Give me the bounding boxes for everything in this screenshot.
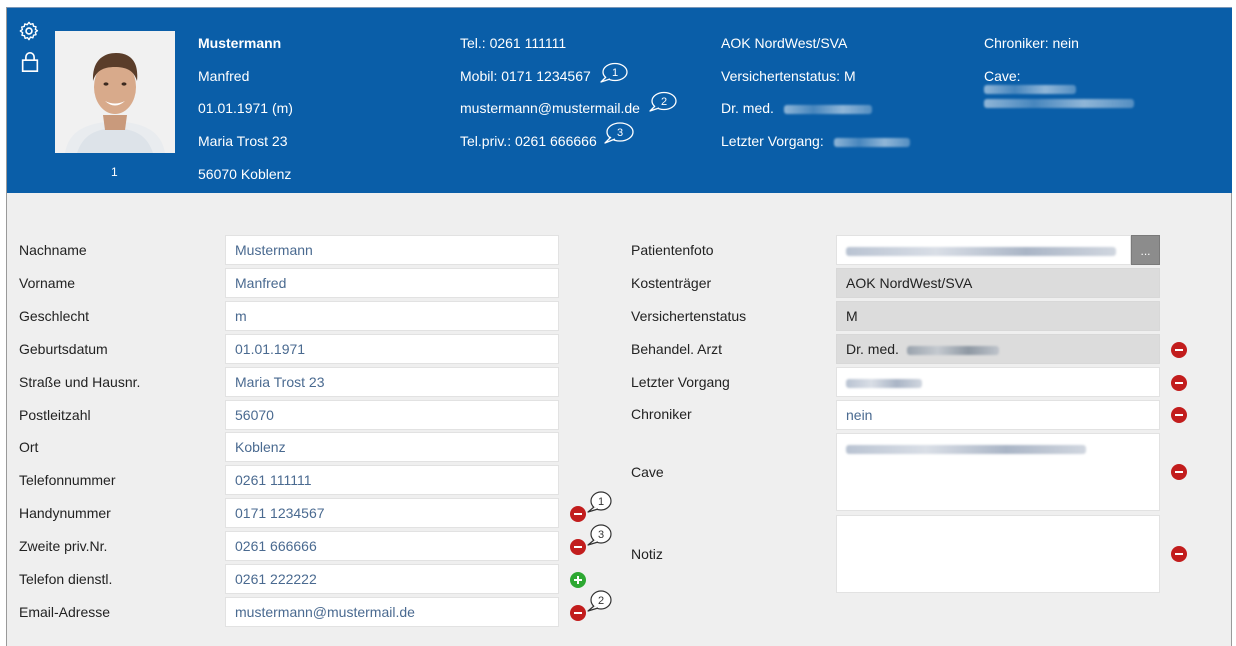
redacted-text [833,137,910,147]
header-street: Maria Trost 23 [198,133,288,150]
remove-doctor-icon[interactable] [1171,342,1187,358]
redacted-text [846,378,922,388]
header-phone-priv-row: Tel.priv.: 0261 666666 3 [460,122,678,158]
patient-header: 1 Mustermann Manfred 01.01.1971 (m) Mari… [7,7,1232,193]
field-input[interactable]: mustermann@mustermail.de [225,596,559,627]
payer-field: AOK NordWest/SVA [836,268,1160,298]
field-input[interactable]: Mustermann [225,235,559,265]
header-doctor: Dr. med. [721,100,774,117]
add-icon[interactable] [570,572,586,588]
field-label: Vorname [19,274,76,291]
field-input[interactable]: 56070 [225,399,559,430]
field-label: Email-Adresse [19,603,111,620]
header-lastname: Mustermann [198,35,282,51]
chronic-label: Chroniker [631,406,692,422]
redacted-text [783,105,872,115]
header-doctor-row: Dr. med. [721,92,910,125]
header-firstname: Manfred [198,67,250,84]
speech-bubble-icon: 2 [587,590,612,612]
patient-photo[interactable] [55,31,175,153]
header-insurance-info: AOK NordWest/SVA Versichertenstatus: M D… [721,27,910,158]
field-label: Ort [19,439,39,456]
photo-path-field[interactable] [836,235,1131,265]
doctor-field[interactable]: Dr. med. [836,334,1160,364]
speech-bubble-icon: 1 [587,491,612,513]
payer-label: Kostenträger [631,275,712,291]
chronic-field[interactable]: nein [836,400,1160,430]
field-input[interactable]: m [225,300,559,331]
header-phone: Tel.: 0261 111111 [460,35,567,51]
field-input[interactable]: 0171 1234567 [225,498,559,529]
field-label: Straße und Hausnr. [19,373,141,390]
header-email-row: mustermann@mustermail.de 2 [460,91,678,125]
redacted-text [906,345,999,355]
field-input[interactable]: Manfred [225,267,559,298]
bubble-number: 1 [612,67,618,79]
header-chronic: Chroniker: nein [984,35,1079,51]
field-label: Telefonnummer [19,472,116,489]
header-extra-info: Chroniker: nein Cave: [984,27,1079,92]
field-input[interactable]: 01.01.1971 [225,333,559,364]
field-label: Telefon dienstl. [19,571,113,587]
speech-bubble-icon: 2 [649,91,677,112]
field-input[interactable]: 0261 111111 [225,465,559,496]
field-input[interactable]: Koblenz [225,432,559,463]
field-label: Postleitzahl [19,406,91,423]
redacted-text [984,85,1076,94]
header-phone-priv: Tel.priv.: 0261 666666 [460,133,597,150]
browse-button[interactable]: ... [1131,235,1160,265]
header-patient-info: Mustermann Manfred 01.01.1971 (m) Maria … [198,27,293,190]
gear-icon[interactable] [18,20,40,42]
bubble-number: 3 [617,127,623,139]
field-label: Nachname [19,242,87,258]
field-input[interactable]: 0261 222222 [225,564,559,594]
doctor-value: Dr. med. [846,341,899,357]
bubble-number: 1 [598,496,604,508]
bubble-number: 2 [598,595,604,607]
header-payer: AOK NordWest/SVA [721,35,848,51]
bubble-number: 2 [661,96,667,108]
redacted-text [984,99,1134,108]
field-label: Geburtsdatum [19,340,108,357]
photo-label: Patientenfoto [631,242,714,258]
field-label: Geschlecht [19,307,90,324]
note-label: Notiz [631,546,663,562]
header-contact-info: Tel.: 0261 111111 Mobil: 0171 1234567 1 … [460,27,678,158]
header-mobile-row: Mobil: 0171 1234567 1 [460,60,678,93]
field-label: Handynummer [19,505,111,522]
remove-last-visit-icon[interactable] [1171,375,1187,391]
field-input[interactable]: Maria Trost 23 [225,366,559,397]
speech-bubble-icon: 3 [587,524,612,546]
header-mobile: Mobil: 0171 1234567 [460,67,591,84]
note-textarea[interactable] [836,515,1160,593]
remove-cave-icon[interactable] [1171,464,1187,480]
photo-index: 1 [111,165,118,179]
remove-note-icon[interactable] [1171,546,1187,562]
field-input[interactable]: 0261 666666 [225,531,559,562]
redacted-text [846,246,1116,256]
cave-textarea[interactable] [836,433,1160,511]
speech-bubble-icon: 3 [603,122,634,145]
redacted-text [846,444,1086,454]
doctor-label: Behandel. Arzt [631,341,723,357]
remove-icon[interactable] [570,539,586,556]
last-visit-field[interactable] [836,367,1160,397]
status-label: Versichertenstatus [631,308,747,324]
status-field: M [836,301,1160,331]
field-label: Zweite priv.Nr. [19,538,108,555]
last-visit-label: Letzter Vorgang [631,374,730,390]
header-city: 56070 Koblenz [198,165,292,182]
bubble-number: 3 [598,529,604,541]
header-last-visit: Letzter Vorgang: [721,133,824,150]
header-status: Versichertenstatus: M [721,67,856,84]
remove-chronic-icon[interactable] [1171,407,1187,423]
cave-label: Cave [631,464,664,480]
lock-icon[interactable] [19,51,41,73]
header-last-visit-row: Letzter Vorgang: [721,125,910,158]
speech-bubble-icon: 1 [600,62,628,83]
header-email: mustermann@mustermail.de [460,100,640,117]
remove-icon[interactable] [570,604,586,621]
header-birth: 01.01.1971 (m) [198,100,293,117]
